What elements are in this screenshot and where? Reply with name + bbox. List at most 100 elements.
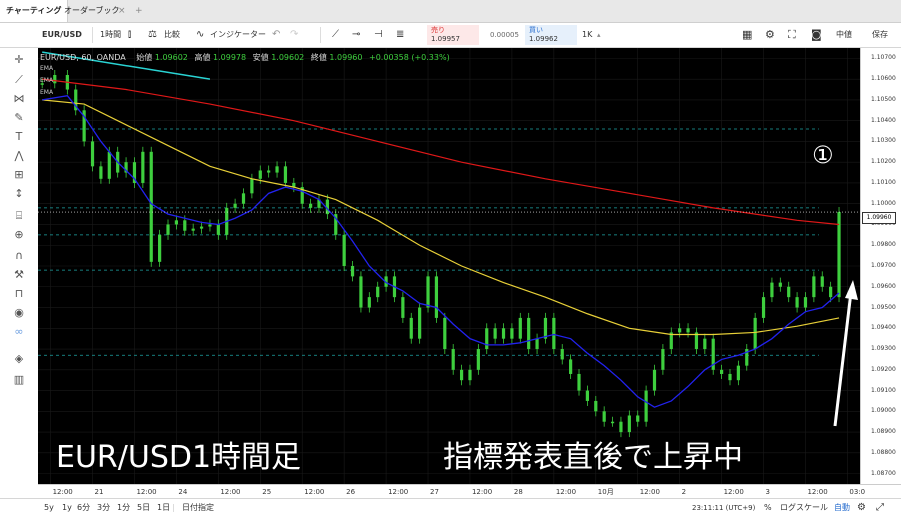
compare-button[interactable]: 比較: [164, 23, 180, 47]
eye-icon[interactable]: ◉: [0, 305, 38, 321]
fib-tool-icon[interactable]: ⋈: [0, 91, 38, 107]
lock-drawings-icon[interactable]: ⚒: [0, 267, 38, 283]
period-3m[interactable]: 3分: [97, 499, 110, 517]
crosshair-icon[interactable]: ✛: [0, 52, 38, 68]
expand-icon[interactable]: ⤢: [876, 499, 884, 517]
save-button[interactable]: 保存: [872, 23, 888, 47]
parallel-channel-icon[interactable]: ≣: [396, 23, 404, 47]
candle-body: [619, 421, 623, 433]
x-tick-label: 25: [262, 488, 272, 496]
indicators-icon[interactable]: ∿: [196, 23, 204, 47]
tab-add-icon[interactable]: +: [135, 0, 143, 22]
buy-button[interactable]: 買い 1.09962: [525, 25, 577, 45]
indicators-button[interactable]: インジケーター: [210, 23, 266, 47]
measure-arrow-icon[interactable]: ↕: [0, 186, 38, 202]
period-6m[interactable]: 6分: [77, 499, 90, 517]
fullscreen-icon[interactable]: ⛶: [788, 23, 796, 47]
trend-line-icon[interactable]: ⟋: [0, 72, 38, 88]
redo-icon[interactable]: ↷: [290, 23, 298, 47]
ema-legend-2[interactable]: EMA: [40, 77, 53, 84]
y-tick-label: 1.08700: [871, 469, 896, 477]
period-5d[interactable]: 5日: [137, 499, 150, 517]
tab-orderbook[interactable]: オーダーブック: [58, 0, 126, 22]
x-tick-label: 12:00: [304, 488, 325, 496]
candle-body: [778, 282, 782, 287]
sell-label: 売り: [431, 26, 445, 34]
percent-toggle[interactable]: %: [764, 499, 772, 517]
x-tick-label: 12:00: [220, 488, 241, 496]
x-tick-label: 12:00: [471, 488, 493, 496]
time-axis[interactable]: 12:00 21 12:00 24 12:00 25 12:00 26 12:00 27 12:00…: [38, 484, 901, 499]
candle-body: [627, 415, 631, 433]
candle-body: [644, 390, 648, 422]
ema-legend-3[interactable]: EMA: [40, 89, 53, 96]
period-5y[interactable]: 5y: [44, 499, 54, 517]
candle-body: [183, 220, 187, 231]
x-tick-label: 2: [681, 488, 687, 496]
zoom-in-icon[interactable]: ⊕: [0, 227, 38, 243]
horizontal-line-icon[interactable]: ⊣: [374, 23, 383, 47]
undo-icon[interactable]: ↶: [272, 23, 280, 47]
lot-size-selector[interactable]: 1K: [582, 23, 592, 47]
drawing-toolbar: ✛ ⟋ ⋈ ✎ T ⋀ ⊞ ↕ ⌸ ⊕ ∩ ⚒ ⊓ ◉ ∞ ◈ ▥: [0, 48, 39, 518]
toolbar-divider: [320, 27, 321, 43]
settings-gear-icon[interactable]: ⚙: [765, 23, 775, 47]
auto-scale-toggle[interactable]: 自動: [834, 499, 850, 517]
sell-button[interactable]: 売り 1.09957: [427, 25, 479, 45]
period-1d[interactable]: 1日: [157, 499, 170, 517]
candle-body: [602, 411, 606, 422]
layers-icon[interactable]: ◈: [0, 351, 38, 367]
low-value: 1.09602: [271, 53, 305, 62]
candle-body: [812, 276, 816, 298]
y-tick-label: 1.10500: [871, 95, 896, 103]
y-tick-label: 1.10300: [871, 137, 896, 145]
trendline-tool-icon[interactable]: ⟋: [332, 23, 339, 47]
prediction-tool-icon[interactable]: ⊞: [0, 167, 38, 183]
tab-close-icon[interactable]: ×: [118, 0, 126, 22]
lock-icon[interactable]: ⊓: [0, 286, 38, 302]
candle-body: [434, 276, 439, 318]
interval-selector[interactable]: 1時間: [100, 23, 121, 47]
log-scale-toggle[interactable]: ログスケール: [780, 499, 828, 517]
period-1m[interactable]: 1分: [117, 499, 130, 517]
y-tick-label: 1.09000: [871, 407, 896, 415]
price-mode-selector[interactable]: 中値: [836, 23, 852, 47]
symbol-selector[interactable]: EUR/USD: [42, 23, 82, 47]
chart-settings-gear-icon[interactable]: ⚙: [857, 499, 866, 517]
ruler-icon[interactable]: ⌸: [0, 208, 38, 224]
layout-grid-icon[interactable]: ▦: [742, 23, 752, 47]
y-tick-label: 1.10100: [871, 178, 896, 186]
candle-body: [199, 226, 204, 229]
pattern-tool-icon[interactable]: ⋀: [0, 148, 38, 164]
candle-body: [485, 328, 489, 350]
candle-type-icon[interactable]: ⫾: [128, 23, 131, 47]
candle-body: [443, 317, 447, 350]
ema-legend-1[interactable]: EMA: [40, 65, 53, 72]
lot-size-chevron-icon[interactable]: ▴: [597, 23, 601, 47]
spread-value: 0.00005: [490, 31, 519, 39]
link-icon[interactable]: ∞: [0, 324, 38, 340]
caption-timeframe: EUR/USD1時間足: [56, 440, 302, 475]
toolbar-divider: [92, 27, 93, 43]
x-tick-label: 10月: [597, 488, 614, 496]
magnet-icon[interactable]: ∩: [0, 248, 38, 264]
tab-bar: チャーティング オーダーブック × +: [0, 0, 901, 23]
x-tick-label: 27: [430, 488, 439, 496]
brush-icon[interactable]: ✎: [0, 110, 38, 126]
camera-icon[interactable]: ◙: [811, 23, 822, 47]
candle-body: [829, 286, 833, 298]
price-axis[interactable]: 1.10700 1.10600 1.10500 1.10400 1.10300 1.102…: [860, 48, 901, 498]
candle-body: [820, 276, 824, 287]
price-chart[interactable]: [38, 48, 860, 498]
legend-symbol[interactable]: EUR/USD, 60, OANDA: [40, 53, 126, 62]
compare-icon[interactable]: ⚖: [148, 23, 157, 47]
y-tick-label: 1.09500: [871, 303, 896, 311]
period-1y[interactable]: 1y: [62, 499, 72, 517]
y-tick-label: 1.09600: [871, 282, 896, 290]
trash-icon[interactable]: ▥: [0, 372, 38, 388]
text-tool-icon[interactable]: T: [0, 129, 38, 145]
candle-body: [560, 349, 564, 360]
candle-body: [652, 369, 657, 391]
horizontal-ray-icon[interactable]: ⊸: [352, 23, 360, 47]
goto-date-button[interactable]: 日付指定: [182, 499, 214, 517]
